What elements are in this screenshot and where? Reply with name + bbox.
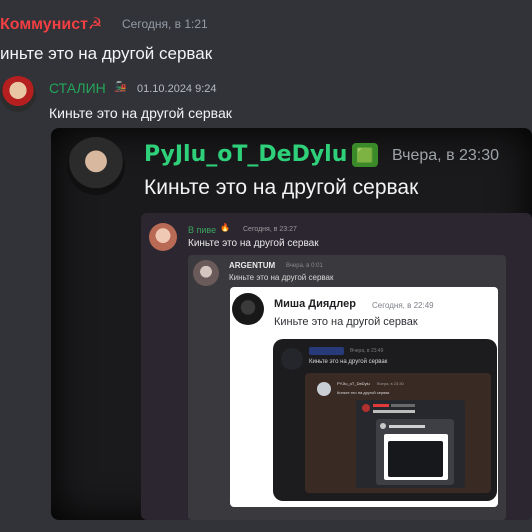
train-badge-icon: 🚂	[114, 82, 127, 93]
avatar	[193, 260, 219, 286]
avatar	[362, 404, 370, 412]
level2-author: PyJlu_oT_DeDylu	[144, 142, 348, 167]
avatar	[380, 423, 386, 429]
level7-date: Вчера, в 23:30	[377, 381, 404, 386]
level3-date: Сегодня, в 23:27	[243, 226, 297, 233]
nested-screenshot	[388, 441, 443, 477]
level3-text: Киньте это на другой сервак	[188, 238, 319, 249]
level5-author: Миша Диядлер	[274, 298, 356, 310]
level1-text: Киньте это на другой сервак	[49, 105, 232, 121]
badge-icon: 🟩	[352, 143, 378, 167]
level4-text: Киньте это на другой сервак	[229, 273, 334, 282]
level5-timestamp: Сегодня, в 22:49	[372, 301, 434, 310]
avatar	[317, 382, 331, 396]
level2-timestamp: Вчера, в 23:30	[392, 147, 500, 164]
level2-text: Киньте это на другой сервак	[144, 176, 419, 199]
level4-author: ARGENTUM	[229, 261, 276, 270]
top-message-timestamp: Сегодня, в 1:21	[122, 17, 208, 31]
avatar[interactable]	[0, 76, 36, 112]
top-message-text: иньте это на другой сервак	[0, 44, 213, 63]
level9-text-blur	[389, 425, 425, 428]
level8-text-blur	[373, 410, 415, 413]
level4-date: Вчера, в 0:01	[286, 263, 323, 269]
avatar	[232, 293, 264, 325]
level1-author[interactable]: СТАЛИН	[49, 80, 106, 96]
level1-date: 01.10.2024 9:24	[137, 83, 217, 95]
level8-author-blur	[373, 404, 389, 407]
level8-date-blur	[391, 404, 415, 407]
level6-text: Киньте это на другой сервак	[309, 359, 388, 365]
fire-badge-icon: 🔥	[220, 223, 230, 232]
avatar	[149, 223, 177, 251]
redacted-author-name	[309, 347, 344, 355]
level6-date: Вчера, в 23:49	[350, 348, 384, 354]
avatar	[67, 137, 125, 195]
level3-author: В пиве	[188, 225, 217, 235]
level7-author: PYJlu_oT_DeDylu	[337, 381, 370, 386]
top-message-author[interactable]: Коммунист☭	[0, 14, 102, 34]
level7-text: Киньте это на другой сервак	[337, 390, 390, 395]
avatar	[281, 348, 303, 370]
level5-text: Киньте это на другой сервак	[274, 316, 418, 328]
